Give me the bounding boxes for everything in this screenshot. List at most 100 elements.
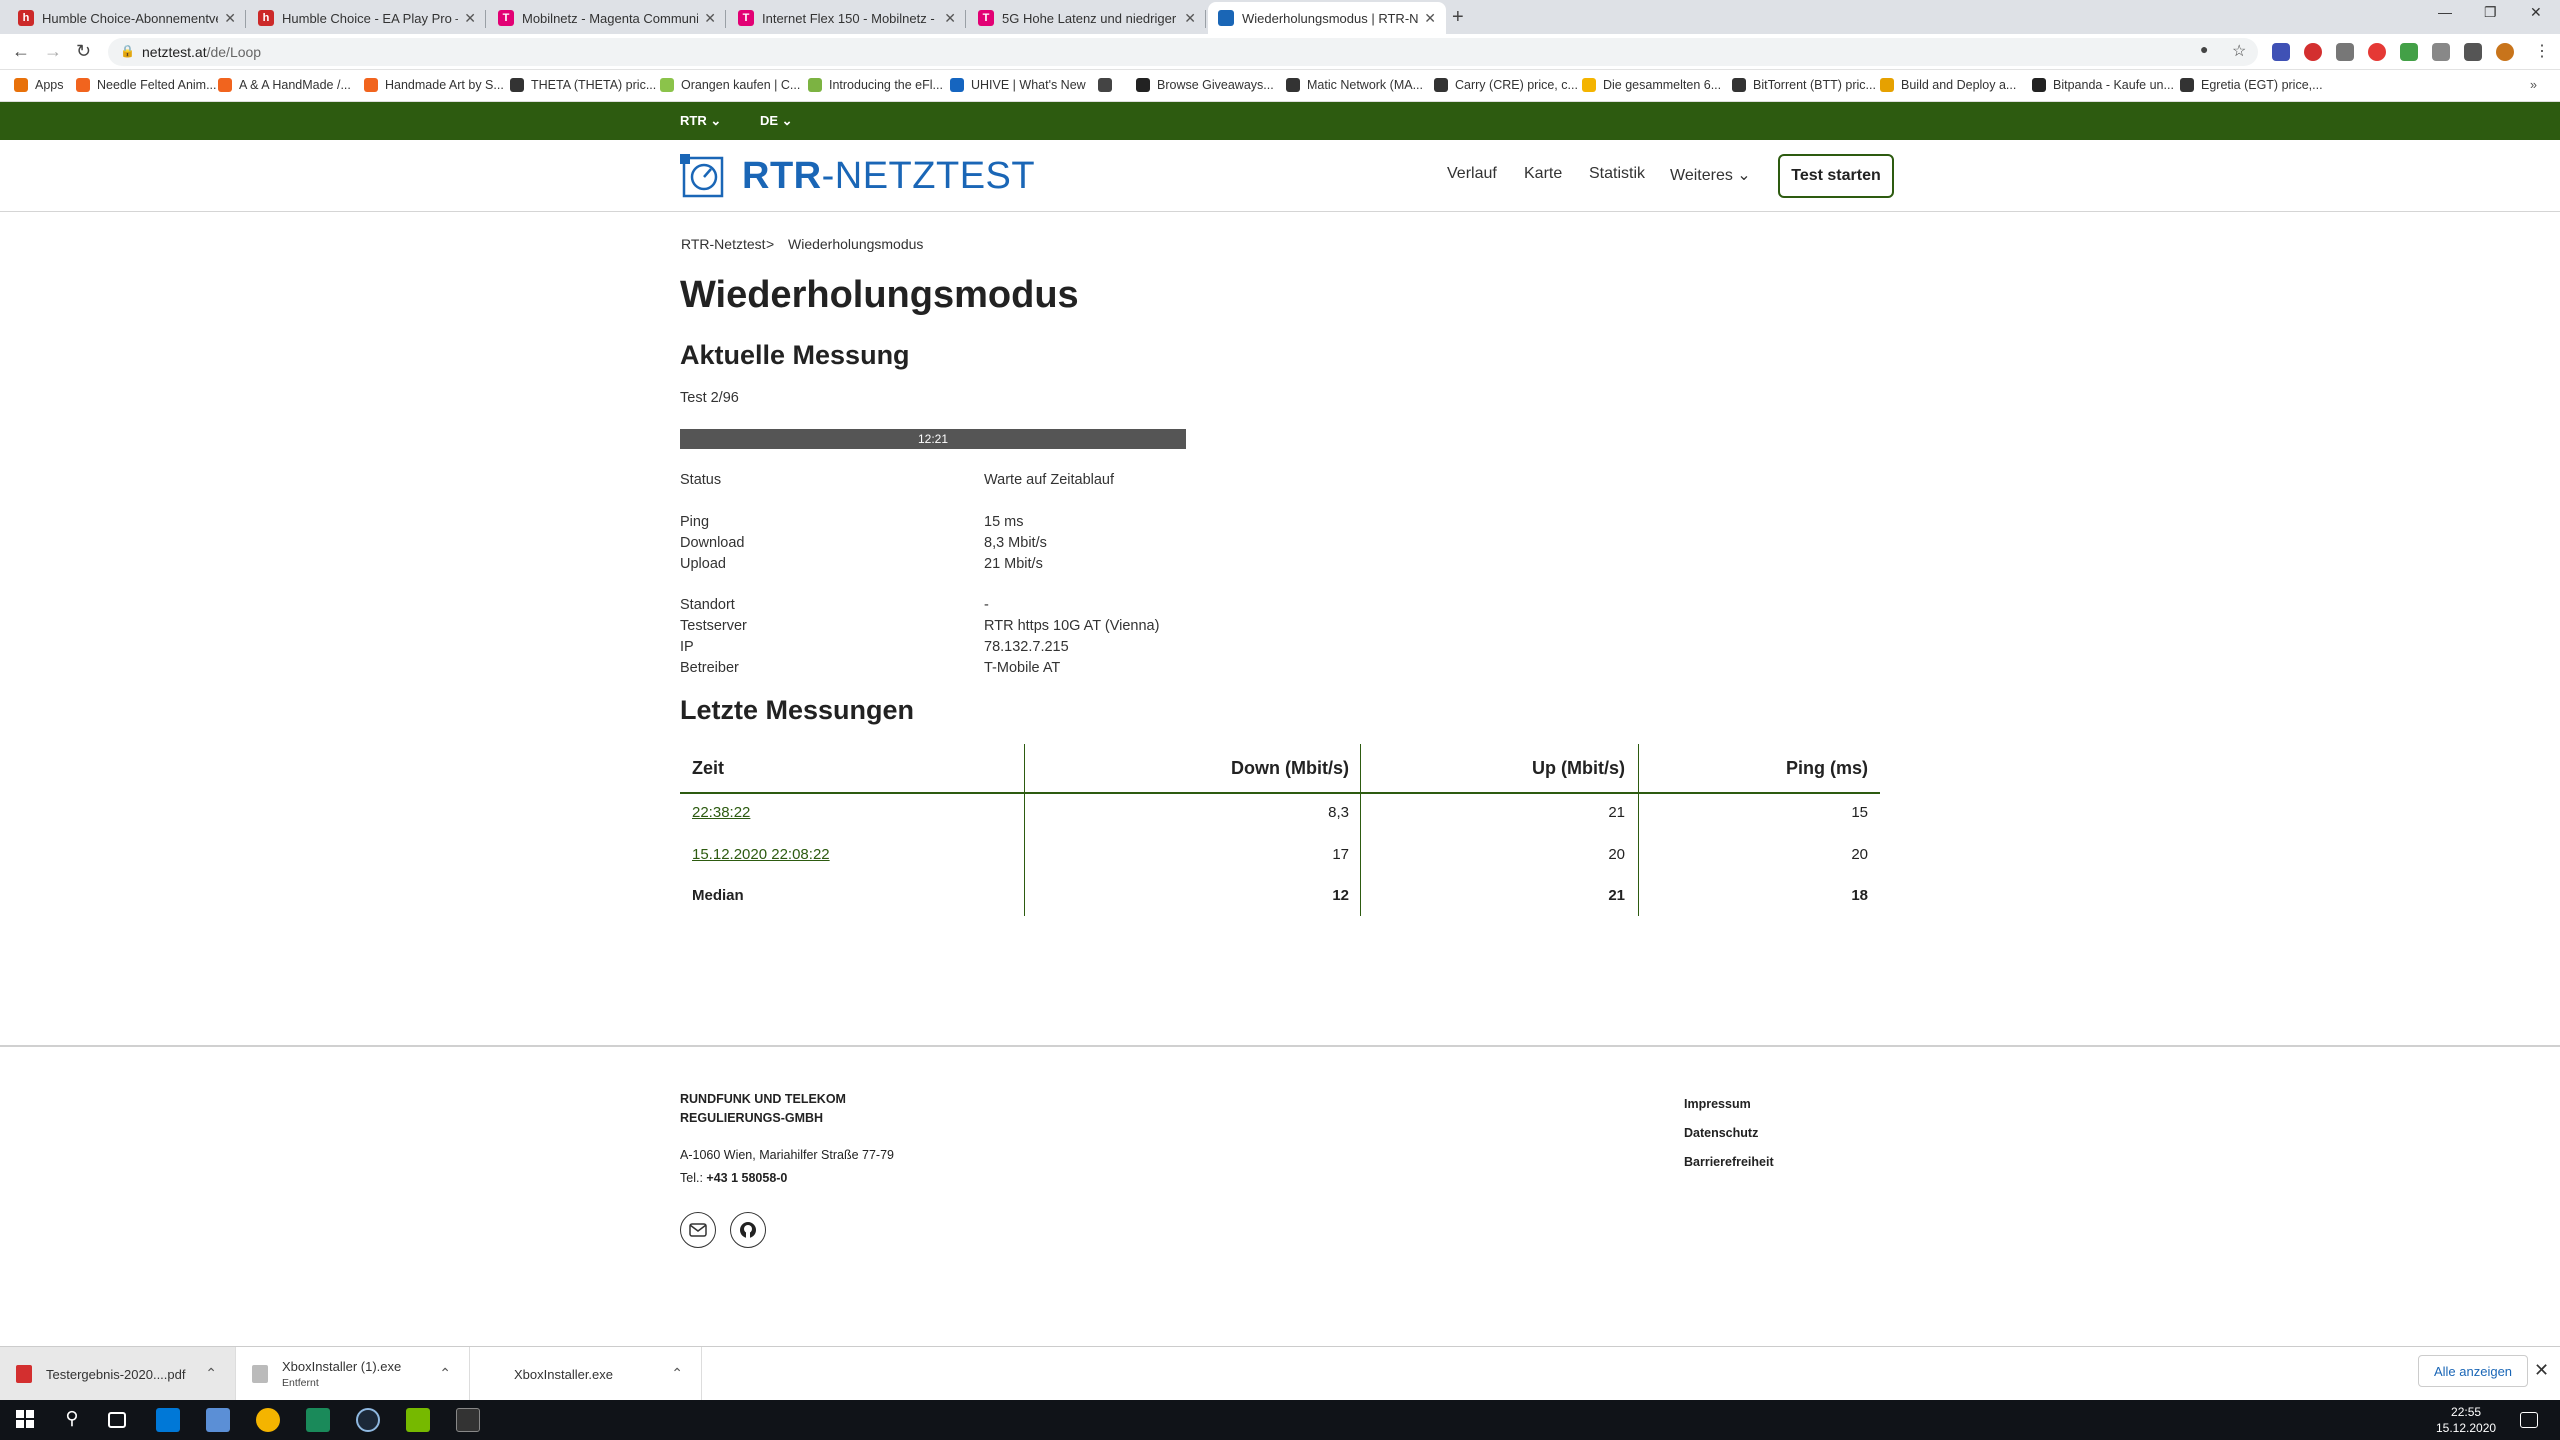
browser-tab[interactable]: T Internet Flex 150 - Mobilnetz - M ✕ bbox=[728, 2, 966, 34]
bookmark-item[interactable]: A & A HandMade /... bbox=[218, 78, 351, 92]
exe-file-icon bbox=[252, 1365, 268, 1383]
nvidia-icon[interactable] bbox=[406, 1408, 430, 1432]
bookmark-icon bbox=[1880, 78, 1894, 92]
close-tab-icon[interactable]: ✕ bbox=[704, 10, 716, 27]
result-cell: 17 bbox=[1332, 846, 1349, 863]
site-logo[interactable]: RTR-NETZTEST bbox=[742, 155, 1035, 198]
windows-start-icon[interactable] bbox=[14, 1408, 38, 1432]
adblock-icon[interactable] bbox=[2304, 43, 2322, 61]
reload-icon[interactable]: ↻ bbox=[76, 41, 91, 62]
download-item[interactable]: Testergebnis-2020....pdf ⌃ bbox=[0, 1347, 236, 1401]
extension-icon[interactable] bbox=[2368, 43, 2386, 61]
language-select[interactable]: DE ⌄ bbox=[760, 113, 793, 129]
extension-icon[interactable] bbox=[2432, 43, 2450, 61]
notifications-icon[interactable] bbox=[2520, 1412, 2538, 1428]
minimize-icon[interactable]: — bbox=[2438, 4, 2452, 20]
close-tab-icon[interactable]: ✕ bbox=[944, 10, 956, 27]
bookmark-item[interactable]: UHIVE | What's New bbox=[950, 78, 1086, 92]
measurement-value: 78.132.7.215 bbox=[984, 639, 1069, 655]
result-time-link[interactable]: 15.12.2020 22:08:22 bbox=[692, 846, 1012, 863]
close-tab-icon[interactable]: ✕ bbox=[1184, 10, 1196, 27]
close-window-icon[interactable]: ✕ bbox=[2530, 4, 2542, 21]
nav-statistik[interactable]: Statistik bbox=[1589, 165, 1645, 183]
rtr-select[interactable]: RTR ⌄ bbox=[680, 113, 721, 129]
measurement-label: Upload bbox=[680, 556, 726, 572]
footer-link-impressum[interactable]: Impressum bbox=[1684, 1097, 1751, 1111]
menu-icon[interactable]: ⋮ bbox=[2534, 41, 2550, 61]
download-item[interactable]: XboxInstaller.exe ⌃ bbox=[470, 1347, 702, 1401]
bookmark-item[interactable]: Egretia (EGT) price,... bbox=[2180, 78, 2323, 92]
github-icon[interactable] bbox=[730, 1212, 766, 1248]
footer-link-datenschutz[interactable]: Datenschutz bbox=[1684, 1126, 1758, 1140]
measurement-label: Standort bbox=[680, 597, 735, 613]
bookmark-item[interactable]: Matic Network (MA... bbox=[1286, 78, 1423, 92]
close-tab-icon[interactable]: ✕ bbox=[224, 10, 236, 27]
close-tab-icon[interactable]: ✕ bbox=[1424, 10, 1436, 27]
app-icon[interactable] bbox=[306, 1408, 330, 1432]
browser-tab[interactable]: T 5G Hohe Latenz und niedriger D ✕ bbox=[968, 2, 1206, 34]
avatar[interactable] bbox=[2496, 43, 2514, 61]
bookmark-item[interactable]: Die gesammelten 6... bbox=[1582, 78, 1721, 92]
show-all-downloads-button[interactable]: Alle anzeigen bbox=[2418, 1355, 2528, 1387]
extension-icon[interactable] bbox=[2400, 43, 2418, 61]
close-icon[interactable]: ✕ bbox=[2534, 1360, 2549, 1381]
close-tab-icon[interactable]: ✕ bbox=[464, 10, 476, 27]
breadcrumb-home[interactable]: RTR-Netztest bbox=[681, 236, 766, 252]
address-bar[interactable]: 🔒 netztest.at/de/Loop bbox=[108, 38, 2258, 66]
mail-icon[interactable] bbox=[156, 1408, 180, 1432]
chevron-up-icon[interactable]: ⌃ bbox=[205, 1365, 217, 1382]
bookmark-item[interactable] bbox=[1098, 78, 1119, 92]
task-view-icon[interactable] bbox=[108, 1412, 126, 1428]
nav-karte[interactable]: Karte bbox=[1524, 165, 1562, 183]
bookmark-item[interactable]: BitTorrent (BTT) pric... bbox=[1732, 78, 1876, 92]
browser-tab[interactable]: Wiederholungsmodus | RTR-Net ✕ bbox=[1208, 2, 1446, 34]
chevron-up-icon[interactable]: ⌃ bbox=[671, 1365, 683, 1382]
steam-icon[interactable] bbox=[356, 1408, 380, 1432]
back-icon[interactable]: ← bbox=[12, 41, 30, 62]
breadcrumb-separator: > bbox=[766, 236, 775, 252]
nav-weiteres[interactable]: Weiteres ⌄ bbox=[1670, 165, 1751, 185]
system-clock[interactable]: 22:55 15.12.2020 bbox=[2436, 1404, 2496, 1436]
puzzle-icon[interactable] bbox=[2464, 43, 2482, 61]
bookmark-item[interactable]: Bitpanda - Kaufe un... bbox=[2032, 78, 2174, 92]
nav-verlauf[interactable]: Verlauf bbox=[1447, 165, 1497, 183]
bookmark-item[interactable]: Build and Deploy a... bbox=[1880, 78, 2016, 92]
bookmarks-bar: Apps Needle Felted Anim... A & A HandMade … bbox=[0, 70, 2560, 102]
bookmark-item[interactable]: Introducing the eFl... bbox=[808, 78, 943, 92]
bookmark-item[interactable]: Handmade Art by S... bbox=[364, 78, 504, 92]
terminal-icon[interactable] bbox=[456, 1408, 480, 1432]
bookmark-item[interactable]: Needle Felted Anim... bbox=[76, 78, 217, 92]
footer-link-barrierefreiheit[interactable]: Barrierefreiheit bbox=[1684, 1155, 1774, 1169]
favicon-icon: T bbox=[738, 10, 754, 26]
star-icon[interactable]: ☆ bbox=[2232, 41, 2246, 61]
location-icon[interactable]: ● bbox=[2200, 41, 2208, 57]
download-item[interactable]: XboxInstaller (1).exe Entfernt ⌃ bbox=[236, 1347, 470, 1401]
email-icon[interactable] bbox=[680, 1212, 716, 1248]
netztest-logo-icon[interactable] bbox=[680, 152, 728, 200]
extension-icon[interactable] bbox=[2272, 43, 2290, 61]
forward-icon[interactable]: → bbox=[44, 41, 62, 62]
chrome-icon[interactable] bbox=[256, 1408, 280, 1432]
bookmark-item[interactable]: Browse Giveaways... bbox=[1136, 78, 1274, 92]
search-icon[interactable]: ⚲ bbox=[60, 1408, 84, 1432]
start-test-button[interactable]: Test starten bbox=[1778, 154, 1894, 198]
last-measurements-heading: Letzte Messungen bbox=[680, 695, 915, 725]
bookmark-item[interactable]: Carry (CRE) price, c... bbox=[1434, 78, 1578, 92]
footer-org-line2: REGULIERUNGS-GMBH bbox=[680, 1111, 824, 1125]
result-time-link[interactable]: 22:38:22 bbox=[692, 804, 1012, 821]
favicon-icon: h bbox=[258, 10, 274, 26]
more-bookmarks-icon[interactable]: » bbox=[2530, 78, 2537, 92]
bookmark-item[interactable]: THETA (THETA) pric... bbox=[510, 78, 656, 92]
bookmark-item[interactable]: Orangen kaufen | C... bbox=[660, 78, 800, 92]
maximize-icon[interactable]: ❐ bbox=[2484, 4, 2497, 21]
browser-tab[interactable]: h Humble Choice-Abonnementver ✕ bbox=[8, 2, 246, 34]
extension-icon[interactable] bbox=[2336, 43, 2354, 61]
new-tab-button[interactable]: + bbox=[1452, 6, 1464, 29]
browser-tab[interactable]: T Mobilnetz - Magenta Communi ✕ bbox=[488, 2, 726, 34]
chevron-up-icon[interactable]: ⌃ bbox=[439, 1365, 451, 1382]
site-header: RTR-NETZTEST Verlauf Karte Statistik Wei… bbox=[0, 140, 2560, 212]
bookmark-icon bbox=[218, 78, 232, 92]
browser-tab[interactable]: h Humble Choice - EA Play Pro – H ✕ bbox=[248, 2, 486, 34]
app-icon[interactable] bbox=[206, 1408, 230, 1432]
bookmark-item[interactable]: Apps bbox=[14, 78, 64, 92]
